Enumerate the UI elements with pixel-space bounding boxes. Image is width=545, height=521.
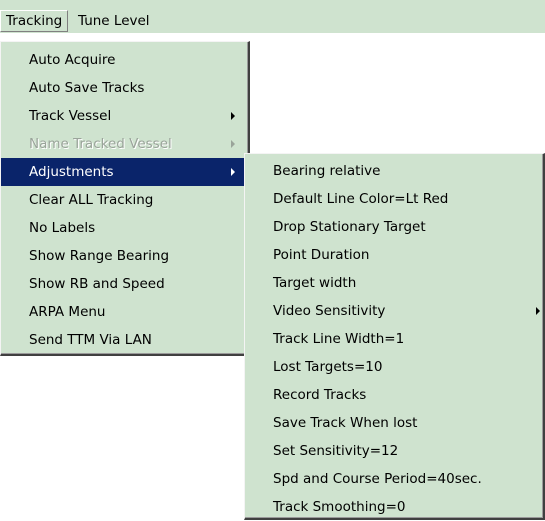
menu-item-target-width[interactable]: Target width: [245, 269, 543, 297]
submenu-arrow-icon: [231, 168, 235, 176]
menu-item-record-tracks[interactable]: Record Tracks: [245, 381, 543, 409]
menu-item-label: ARPA Menu: [29, 304, 106, 320]
menu-item-label: Show RB and Speed: [29, 276, 165, 292]
menu-item-point-duration[interactable]: Point Duration: [245, 241, 543, 269]
menu-item-spd-and-course-period-40sec[interactable]: Spd and Course Period=40sec.: [245, 465, 543, 493]
menu-item-label: Track Line Width=1: [273, 331, 405, 347]
menu-item-label: Auto Acquire: [29, 52, 116, 68]
menu-item-clear-all-tracking[interactable]: Clear ALL Tracking: [1, 186, 248, 214]
menu-item-track-line-width-1[interactable]: Track Line Width=1: [245, 325, 543, 353]
menu-item-label: Show Range Bearing: [29, 248, 170, 264]
menu-item-track-smoothing-0[interactable]: Track Smoothing=0: [245, 493, 543, 521]
menu-item-label: Bearing relative: [273, 163, 381, 179]
menu-tune-level[interactable]: Tune Level: [73, 10, 155, 32]
menu-item-label: Track Smoothing=0: [273, 499, 406, 515]
menu-item-show-range-bearing[interactable]: Show Range Bearing: [1, 242, 248, 270]
menu-item-label: No Labels: [29, 220, 96, 236]
menu-item-label: Name Tracked Vessel: [29, 136, 172, 152]
menu-item-label: Point Duration: [273, 247, 370, 263]
menu-item-no-labels[interactable]: No Labels: [1, 214, 248, 242]
menu-item-label: Track Vessel: [29, 108, 112, 124]
menu-item-adjustments[interactable]: Adjustments: [1, 158, 248, 186]
menu-item-save-track-when-lost[interactable]: Save Track When lost: [245, 409, 543, 437]
menu-item-send-ttm-via-lan[interactable]: Send TTM Via LAN: [1, 326, 248, 354]
menu-item-set-sensitivity-12[interactable]: Set Sensitivity=12: [245, 437, 543, 465]
menu-item-arpa-menu[interactable]: ARPA Menu: [1, 298, 248, 326]
menu-item-label: Set Sensitivity=12: [273, 443, 399, 459]
tracking-menu: Auto Acquire Auto Save Tracks Track Vessel…: [0, 41, 250, 356]
menu-item-bearing-relative[interactable]: Bearing relative: [245, 157, 543, 185]
menu-item-label: Send TTM Via LAN: [29, 332, 152, 348]
menu-item-name-tracked-vessel: Name Tracked Vessel: [1, 130, 248, 158]
menu-item-track-vessel[interactable]: Track Vessel: [1, 102, 248, 130]
menu-item-default-line-color-lt-red[interactable]: Default Line Color=Lt Red: [245, 185, 543, 213]
menu-item-label: Save Track When lost: [273, 415, 418, 431]
menu-item-label: Drop Stationary Target: [273, 219, 426, 235]
menu-item-drop-stationary-target[interactable]: Drop Stationary Target: [245, 213, 543, 241]
submenu-arrow-icon: [231, 112, 235, 120]
menu-item-label: Adjustments: [29, 164, 114, 180]
menu-item-show-rb-and-speed[interactable]: Show RB and Speed: [1, 270, 248, 298]
menu-item-auto-save-tracks[interactable]: Auto Save Tracks: [1, 74, 248, 102]
menu-item-auto-acquire[interactable]: Auto Acquire: [1, 46, 248, 74]
menu-item-label: Default Line Color=Lt Red: [273, 191, 449, 207]
menu-bar: Tracking Tune Level: [0, 0, 545, 33]
menu-item-label: Target width: [273, 275, 357, 291]
menu-item-label: Auto Save Tracks: [29, 80, 145, 96]
menu-item-label: Spd and Course Period=40sec.: [273, 471, 482, 487]
menu-item-label: Lost Targets=10: [273, 359, 383, 375]
menu-item-label: Clear ALL Tracking: [29, 192, 154, 208]
menu-item-label: Video Sensitivity: [273, 303, 386, 319]
adjustments-submenu: Bearing relative Default Line Color=Lt Re…: [244, 153, 545, 520]
menu-item-lost-targets-10[interactable]: Lost Targets=10: [245, 353, 543, 381]
menu-item-label: Record Tracks: [273, 387, 367, 403]
menu-item-video-sensitivity[interactable]: Video Sensitivity: [245, 297, 543, 325]
submenu-arrow-icon: [231, 140, 235, 148]
submenu-arrow-icon: [536, 307, 540, 315]
menu-tracking[interactable]: Tracking: [0, 10, 69, 32]
